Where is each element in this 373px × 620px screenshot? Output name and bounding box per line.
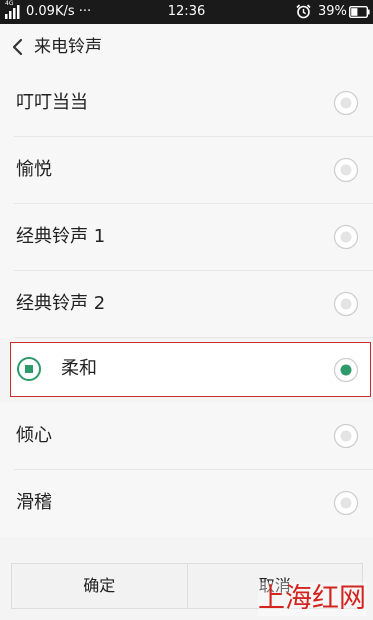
ringtone-label: 愉悦 bbox=[16, 159, 52, 180]
ringtone-settings-screen: 4G 0.09K/s ··· 12:36 39% 来电铃声 叮叮当当 愉悦 经典… bbox=[0, 0, 373, 620]
radio-unselected-icon[interactable] bbox=[333, 90, 359, 116]
ringtone-item[interactable]: 滑稽 bbox=[0, 470, 373, 537]
ringtone-item[interactable]: 经典铃声 2 bbox=[0, 271, 373, 338]
divider bbox=[14, 337, 373, 338]
confirm-button[interactable]: 确定 bbox=[12, 564, 187, 608]
ringtone-label: 柔和 bbox=[61, 358, 97, 379]
ringtone-item[interactable]: 经典铃声 1 bbox=[0, 204, 373, 271]
ringtone-label: 倾心 bbox=[16, 425, 52, 446]
ringtone-item[interactable]: 叮叮当当 bbox=[0, 70, 373, 137]
ringtone-label: 经典铃声 2 bbox=[16, 293, 106, 314]
battery-percent: 39% bbox=[318, 4, 347, 19]
ringtone-item-selected[interactable]: 柔和 bbox=[10, 342, 371, 397]
radio-unselected-icon[interactable] bbox=[333, 224, 359, 250]
header-bar: 来电铃声 bbox=[0, 24, 373, 71]
radio-selected-icon[interactable] bbox=[333, 357, 359, 383]
radio-unselected-icon[interactable] bbox=[333, 291, 359, 317]
playing-indicator-icon bbox=[17, 357, 41, 381]
ringtone-label: 经典铃声 1 bbox=[16, 226, 106, 247]
status-bar: 4G 0.09K/s ··· 12:36 39% bbox=[0, 0, 373, 24]
ringtone-item[interactable]: 愉悦 bbox=[0, 137, 373, 204]
radio-unselected-icon[interactable] bbox=[333, 423, 359, 449]
radio-unselected-icon[interactable] bbox=[333, 490, 359, 516]
ringtone-list: 叮叮当当 愉悦 经典铃声 1 经典铃声 2 柔和 倾心 滑稽 bbox=[0, 70, 373, 537]
alarm-clock-icon bbox=[296, 4, 311, 19]
watermark-logo: 上海红网 bbox=[258, 582, 366, 616]
ringtone-item[interactable]: 倾心 bbox=[0, 403, 373, 470]
ringtone-label: 滑稽 bbox=[16, 492, 52, 513]
radio-unselected-icon[interactable] bbox=[333, 157, 359, 183]
ringtone-label: 叮叮当当 bbox=[16, 92, 88, 113]
battery-icon bbox=[349, 6, 370, 18]
chevron-left-icon[interactable] bbox=[6, 34, 30, 60]
page-title: 来电铃声 bbox=[34, 37, 102, 57]
